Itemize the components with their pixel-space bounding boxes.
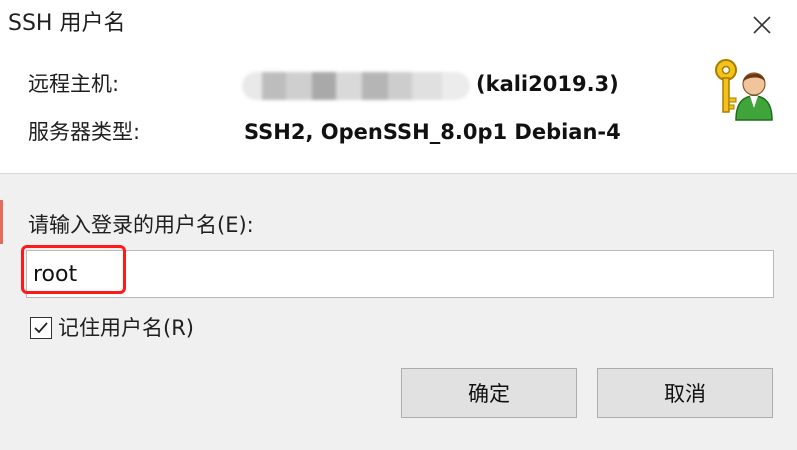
- username-input[interactable]: [26, 250, 774, 298]
- remote-host-label: 远程主机:: [28, 72, 120, 96]
- server-type-value: SSH2, OpenSSH_8.0p1 Debian-4: [244, 120, 621, 144]
- remember-username-label: 记住用户名(R): [58, 316, 194, 340]
- close-button[interactable]: [744, 8, 780, 42]
- window-title: SSH 用户名: [8, 11, 126, 36]
- title-bar: SSH 用户名: [0, 0, 797, 48]
- background-window-edge: [0, 200, 3, 244]
- user-key-icon: [715, 59, 773, 121]
- server-type-label: 服务器类型:: [28, 120, 141, 144]
- close-icon: [753, 16, 771, 34]
- redacted-host-address: [242, 72, 470, 100]
- ssh-username-dialog: SSH 用户名 远程主机: (kali2019.3) 服务器类型: SSH2, …: [0, 0, 797, 450]
- cancel-button[interactable]: 取消: [597, 368, 773, 418]
- remember-username-checkbox[interactable]: 记住用户名(R): [30, 314, 194, 342]
- ok-button[interactable]: 确定: [401, 368, 577, 418]
- username-prompt-label: 请输入登录的用户名(E):: [28, 213, 254, 237]
- check-icon: [34, 322, 48, 334]
- checkbox-box[interactable]: [30, 317, 52, 339]
- remote-host-value: (kali2019.3): [476, 72, 619, 96]
- connection-info-panel: 远程主机: (kali2019.3) 服务器类型: SSH2, OpenSSH_…: [0, 48, 797, 174]
